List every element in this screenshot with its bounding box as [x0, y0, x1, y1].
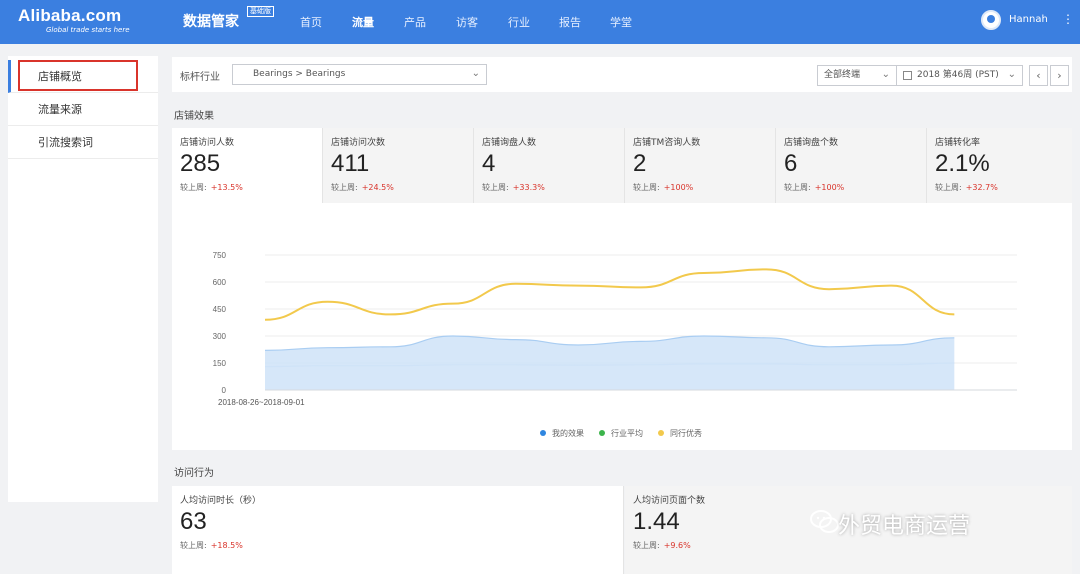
trend-chart-svg: 750 600 450 300 150 0 2018-08-26~2018-09-01	[213, 251, 1017, 407]
x-tick-label: 2018-08-26~2018-09-01	[218, 398, 305, 407]
metric-label: 店铺访问人数	[180, 138, 235, 148]
alibaba-logo[interactable]: Alibaba.com Global trade starts here	[18, 6, 158, 38]
device-select[interactable]: 全部终端 ⌄	[817, 65, 897, 86]
industry-select-value: Bearings > Bearings	[253, 69, 346, 79]
calendar-icon	[903, 71, 912, 80]
metric-change: 较上周: +32.7%	[935, 183, 998, 192]
nav-visitors[interactable]: 访客	[456, 14, 478, 30]
y-tick-label: 150	[213, 359, 227, 368]
edition-badge: 基础版	[247, 6, 274, 17]
metric-value: 63	[180, 508, 207, 535]
metric-change: 较上周: +100%	[633, 183, 694, 192]
metric-label: 人均访问时长（秒）	[180, 496, 262, 506]
series-peer-excellent-line	[264, 268, 955, 321]
filter-bar: 标杆行业 Bearings > Bearings ⌄ 全部终端 ⌄ 2018 第…	[172, 57, 1072, 92]
metric-label: 店铺询盘个数	[784, 138, 839, 148]
metric-change: 较上周: +13.5%	[180, 183, 243, 192]
user-name[interactable]: Hannah	[1009, 14, 1048, 25]
metric-label: 店铺访问次数	[331, 138, 386, 148]
metric-label: 店铺TM咨询人数	[633, 138, 701, 148]
metric-card[interactable]: 店铺询盘个数 6 较上周: +100%	[776, 128, 927, 203]
metric-value: 285	[180, 150, 221, 177]
sidebar: 店铺概览 流量来源 引流搜索词	[8, 56, 158, 502]
nav-industry[interactable]: 行业	[508, 14, 530, 30]
sidebar-item-search-terms[interactable]: 引流搜索词	[8, 126, 158, 159]
legend-dot-icon	[658, 430, 664, 436]
nav-traffic[interactable]: 流量	[352, 14, 374, 30]
metric-label: 店铺询盘人数	[482, 138, 537, 148]
metric-change: 较上周: +24.5%	[331, 183, 394, 192]
metric-card[interactable]: 店铺访问次数 411 较上周: +24.5%	[323, 128, 474, 203]
legend-industry-avg[interactable]: 行业平均	[599, 428, 643, 439]
metric-value: 1.44	[633, 508, 680, 535]
prev-week-button[interactable]: ‹	[1029, 65, 1048, 86]
more-vertical-icon[interactable]: ⋮	[1062, 12, 1074, 26]
y-tick-label: 300	[213, 332, 227, 341]
metric-card[interactable]: 店铺TM咨询人数 2 较上周: +100%	[625, 128, 776, 203]
metric-value: 6	[784, 150, 798, 177]
metric-value: 411	[331, 150, 370, 177]
metric-card[interactable]: 店铺访问人数 285 较上周: +13.5%	[172, 128, 323, 203]
product-title: 数据管家	[183, 14, 239, 30]
metric-change: 较上周: +9.6%	[633, 541, 691, 550]
industry-select[interactable]: Bearings > Bearings ⌄	[232, 64, 487, 85]
metric-value: 4	[482, 150, 496, 177]
series-my-effect-area	[265, 336, 955, 390]
week-select[interactable]: 2018 第46周 (PST) ⌄	[896, 65, 1023, 86]
metric-change: 较上周: +100%	[784, 183, 845, 192]
y-tick-label: 750	[213, 251, 227, 260]
metric-label: 店铺转化率	[935, 138, 981, 148]
chevron-down-icon: ⌄	[1007, 69, 1016, 80]
logo-tagline: Global trade starts here	[46, 26, 130, 34]
metric-card[interactable]: 店铺转化率 2.1% 较上周: +32.7%	[927, 128, 1072, 203]
watermark-text: 外贸电商运营	[838, 514, 971, 539]
metric-card[interactable]: 人均访问时长（秒） 63 较上周: +18.5%	[172, 486, 624, 574]
metric-value: 2.1%	[935, 150, 990, 177]
legend-dot-icon	[540, 430, 546, 436]
trend-chart: 750 600 450 300 150 0 2018-08-26~2018-09-01 我的…	[172, 203, 1072, 450]
next-week-button[interactable]: ›	[1050, 65, 1069, 86]
metric-label: 人均访问页面个数	[633, 496, 706, 506]
chevron-down-icon: ⌄	[471, 68, 480, 79]
logo-text: Alibaba.com	[18, 6, 122, 25]
sidebar-item-traffic-source[interactable]: 流量来源	[8, 93, 158, 126]
metric-change: 较上周: +18.5%	[180, 541, 243, 550]
metric-value: 2	[633, 150, 647, 177]
legend-peer-excellent[interactable]: 同行优秀	[658, 428, 702, 439]
chevron-down-icon: ⌄	[881, 69, 890, 80]
section-title-visit-behavior: 访问行为	[174, 468, 214, 479]
y-tick-label: 450	[213, 305, 227, 314]
metric-card[interactable]: 店铺询盘人数 4 较上周: +33.3%	[474, 128, 625, 203]
wechat-icon	[810, 510, 839, 533]
y-tick-label: 0	[222, 386, 227, 395]
week-select-value: 2018 第46周 (PST)	[917, 70, 999, 80]
legend-my-effect[interactable]: 我的效果	[540, 428, 584, 439]
metric-change: 较上周: +33.3%	[482, 183, 545, 192]
nav-home[interactable]: 首页	[300, 14, 322, 30]
legend-dot-icon	[599, 430, 605, 436]
top-nav: Alibaba.com Global trade starts here 数据管…	[0, 0, 1080, 44]
device-select-value: 全部终端	[824, 70, 861, 80]
industry-label: 标杆行业	[180, 72, 220, 83]
nav-academy[interactable]: 学堂	[610, 14, 632, 30]
section-title-shop-effect: 店铺效果	[174, 111, 214, 122]
y-tick-label: 600	[213, 278, 227, 287]
nav-reports[interactable]: 报告	[559, 14, 581, 30]
avatar[interactable]	[981, 10, 1001, 30]
nav-products[interactable]: 产品	[404, 14, 426, 30]
highlight-annotation	[18, 60, 138, 91]
